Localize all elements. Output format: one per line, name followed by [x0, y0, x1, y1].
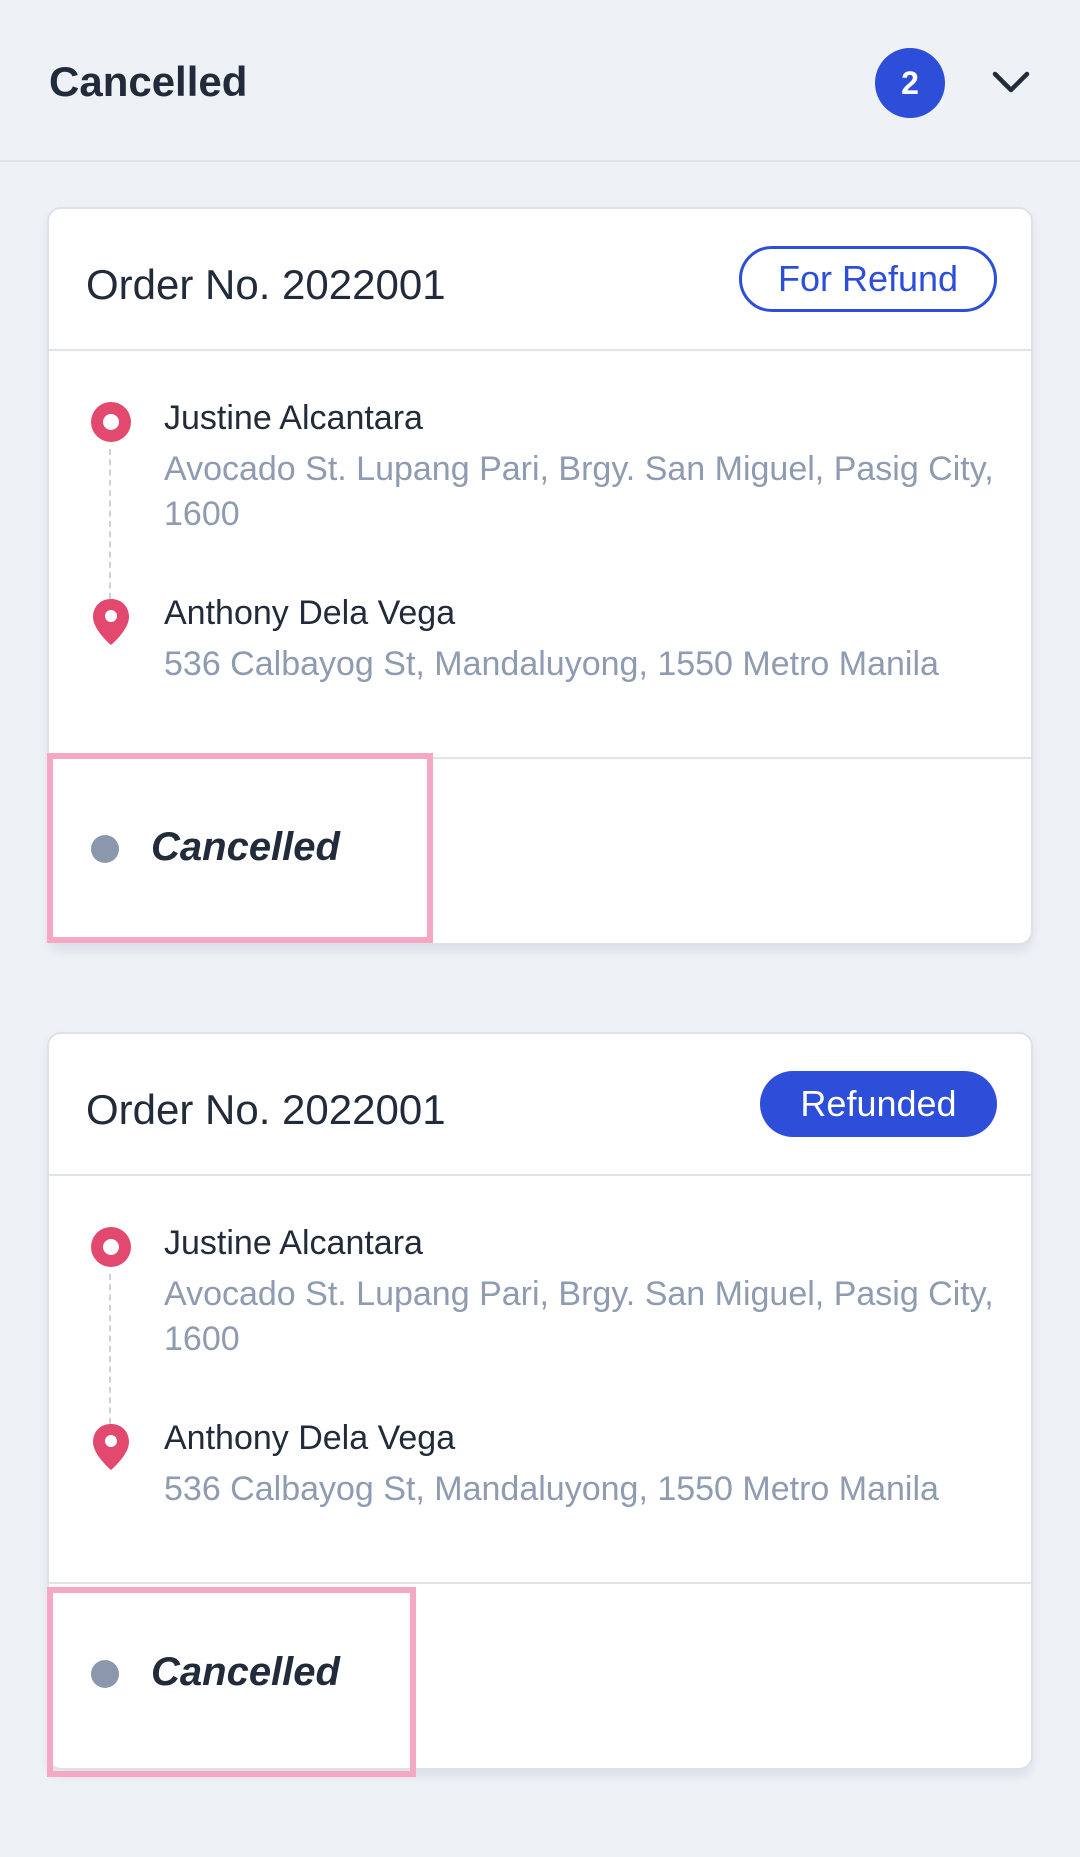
order-card[interactable]: Order No. 2022001 For Refund Justine Alc… [47, 207, 1033, 945]
route-line [109, 449, 111, 609]
pickup-pin-icon [91, 402, 131, 442]
location-pin-icon [93, 1424, 129, 1470]
order-card-header: Order No. 2022001 Refunded [49, 1034, 1031, 1176]
section-title: Cancelled [49, 58, 248, 105]
pickup-address: Avocado St. Lupang Pari, Brgy. San Migue… [164, 450, 994, 533]
status-dot [91, 1660, 119, 1688]
order-card[interactable]: Order No. 2022001 Refunded Justine Alcan… [47, 1032, 1033, 1770]
location-pin-icon [93, 599, 129, 645]
chevron-down-icon[interactable] [990, 68, 1032, 96]
dropoff-name: Anthony Dela Vega [164, 594, 456, 632]
dropoff-address: 536 Calbayog St, Mandaluyong, 1550 Metro… [164, 1470, 939, 1508]
route-line [109, 1274, 111, 1434]
dropoff-address: 536 Calbayog St, Mandaluyong, 1550 Metro… [164, 645, 939, 683]
refunded-badge: Refunded [760, 1071, 997, 1137]
dropoff-name: Anthony Dela Vega [164, 1419, 456, 1457]
status-label: Cancelled [151, 1650, 340, 1694]
pickup-address: Avocado St. Lupang Pari, Brgy. San Migue… [164, 1275, 994, 1358]
order-number: Order No. 2022001 [86, 261, 446, 308]
section-header[interactable]: Cancelled 2 [0, 0, 1080, 162]
order-route: Justine Alcantara Avocado St. Lupang Par… [49, 351, 1031, 757]
order-card-header: Order No. 2022001 For Refund [49, 209, 1031, 351]
order-status: Cancelled [49, 757, 1031, 943]
status-dot [91, 835, 119, 863]
for-refund-badge: For Refund [739, 246, 997, 312]
cancelled-orders-panel: Cancelled 2 Order No. 2022001 For Refund… [0, 0, 1080, 1857]
pickup-pin-icon [91, 1227, 131, 1267]
status-label: Cancelled [151, 825, 340, 869]
order-number: Order No. 2022001 [86, 1086, 446, 1133]
pickup-name: Justine Alcantara [164, 399, 423, 437]
order-status: Cancelled [49, 1582, 1031, 1768]
order-route: Justine Alcantara Avocado St. Lupang Par… [49, 1176, 1031, 1582]
count-badge: 2 [875, 48, 945, 118]
pickup-name: Justine Alcantara [164, 1224, 423, 1262]
